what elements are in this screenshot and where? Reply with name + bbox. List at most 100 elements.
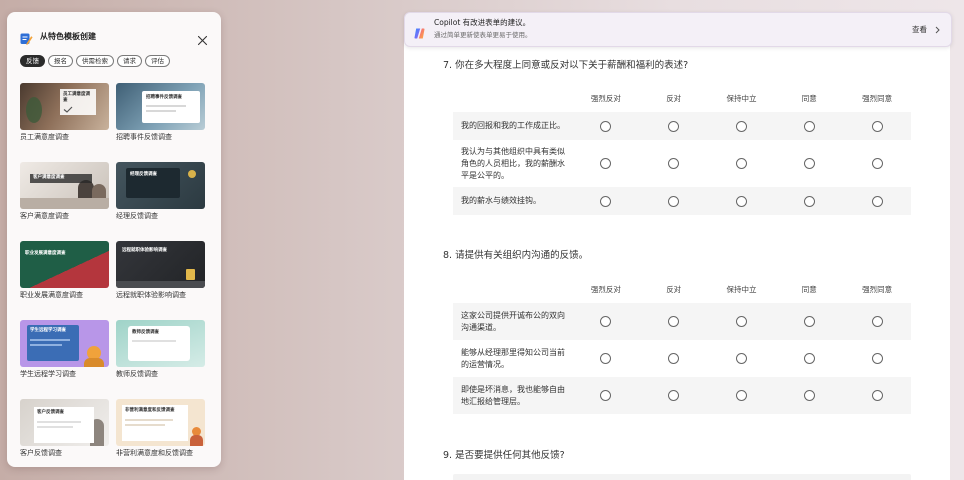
template-card-remote-work-impact[interactable]: 远程就职体验影响调查 远程就职体验影响调查 [116,241,205,301]
student-figure-body [84,358,104,367]
radio-strongly-agree[interactable] [871,353,883,364]
statement-label: 即使是坏消息，我也能够自由地汇报给管理层。 [461,384,565,406]
likert-row: 我的薪水与绩效挂钩。 [453,187,911,215]
radio-strongly-agree[interactable] [871,390,883,401]
radio-disagree[interactable] [668,316,680,327]
radio-agree[interactable] [803,316,815,327]
banner-subtitle: 通过简单更新使表单更易于使用。 [434,31,532,39]
view-suggestions-button[interactable]: 查看 [912,25,927,35]
radio-neutral[interactable] [735,195,747,207]
radio-strongly-disagree[interactable] [600,390,612,401]
radio-disagree[interactable] [668,158,680,169]
statement-label: 能够从经理那里得知公司当前的运营情况。 [461,347,565,369]
template-card-employee-satisfaction[interactable]: 员工满意度调查 员工满意度调查 [20,83,109,143]
radio-strongly-disagree[interactable] [600,120,612,132]
thumbnail-card: 员工满意度调查 [60,89,96,115]
template-card-recruiting-event-feedback[interactable]: 招聘事件反馈调查 招聘事件反馈调查 [116,83,205,143]
thumbnail-card: 非营利满意度和反馈调查 [122,405,188,441]
option-header-disagree: 反对 [666,94,682,103]
chevron-right-icon[interactable] [935,26,940,34]
template-name: 职业发展满意度调查 [20,291,83,299]
radio-strongly-disagree[interactable] [600,316,612,327]
template-name: 非营利满意度和反馈调查 [116,449,193,457]
thumbnail-title: 员工满意度调查 [63,92,90,103]
template-card-manager-feedback[interactable]: 经理反馈调查 经理反馈调查 [116,162,205,222]
radio-neutral[interactable] [735,120,747,132]
question-8-likert: 强烈反对 反对 保持中立 同意 强烈同意 这家公司提供开诚布公的双向沟通渠道。 … [453,280,911,414]
radio-neutral[interactable] [735,158,747,169]
thumbnail-title: 客户反馈调查 [37,410,64,415]
statement-label: 我认为与其他组织中具有类似角色的人员相比，我的薪酬水平是公平的。 [461,146,565,180]
radio-disagree[interactable] [668,195,680,207]
radio-strongly-disagree[interactable] [600,158,612,169]
likert-header: 强烈反对 反对 保持中立 同意 强烈同意 [453,90,911,112]
likert-row: 即使是坏消息，我也能够自由地汇报给管理层。 [453,377,911,414]
thumbnail-card: 学生远程学习调查 [27,325,79,361]
template-card-student-remote-learning[interactable]: 学生远程学习调查 学生远程学习调查 [20,320,109,380]
radio-strongly-disagree[interactable] [600,195,612,207]
thumbnail-title: 教师反馈调查 [132,330,159,335]
statement-label: 我的回报和我的工作成正比。 [461,121,565,130]
radio-agree[interactable] [803,158,815,169]
radio-disagree[interactable] [668,353,680,364]
close-button[interactable] [197,31,208,46]
template-card-customer-feedback[interactable]: 客户反馈调查 客户反馈调查 [20,399,109,459]
thumbnail-title: 客户满意度调查 [33,175,65,180]
radio-agree[interactable] [803,195,815,207]
radio-agree[interactable] [803,353,815,364]
radio-strongly-agree[interactable] [871,120,883,132]
template-thumbnail: 经理反馈调查 [116,162,205,209]
radio-neutral[interactable] [735,316,747,327]
likert-header: 强烈反对 反对 保持中立 同意 强烈同意 [453,280,911,303]
thumbnail-card: 客户满意度调查 [30,174,92,183]
tab-supply-demand-search[interactable]: 供需检索 [76,55,114,67]
radio-strongly-agree[interactable] [871,158,883,169]
thumbnail-title: 职业发展满意度调查 [25,251,66,256]
radio-neutral[interactable] [735,353,747,364]
template-card-career-development-satisfaction[interactable]: 职业发展满意度调查 职业发展满意度调查 [20,241,109,301]
thumbnail-card: 教师反馈调查 [128,326,190,361]
plant-decoration [26,97,42,123]
thumbnail-title: 经理反馈调查 [130,172,157,177]
text-line [125,424,165,426]
tab-request[interactable]: 请求 [117,55,142,67]
tab-feedback[interactable]: 反馈 [20,55,45,67]
text-line [146,110,176,112]
template-thumbnail: 职业发展满意度调查 [20,241,109,288]
likert-row: 我的回报和我的工作成正比。 [453,112,911,140]
radio-disagree[interactable] [668,120,680,132]
thumbnail-title: 招聘事件反馈调查 [146,95,182,100]
mug-shape [186,269,195,280]
option-header-strongly-agree: 强烈同意 [862,94,893,103]
radio-disagree[interactable] [668,390,680,401]
radio-agree[interactable] [803,120,815,132]
table-shape [20,198,109,209]
text-line [30,344,62,346]
template-name: 远程就职体验影响调查 [116,291,186,299]
tab-registration[interactable]: 报名 [48,55,73,67]
template-name: 学生远程学习调查 [20,370,76,378]
radio-strongly-disagree[interactable] [600,353,612,364]
template-card-nonprofit-satisfaction-feedback[interactable]: 非营利满意度和反馈调查 非营利满意度和反馈调查 [116,399,205,459]
radio-agree[interactable] [803,390,815,401]
template-card-teacher-feedback[interactable]: 教师反馈调查 教师反馈调查 [116,320,205,380]
radio-strongly-agree[interactable] [871,316,883,327]
template-name: 招聘事件反馈调查 [116,133,172,141]
radio-strongly-agree[interactable] [871,195,883,207]
template-thumbnail: 客户满意度调查 [20,162,109,209]
template-thumbnail: 学生远程学习调查 [20,320,109,367]
text-line [30,339,70,341]
template-card-customer-satisfaction[interactable]: 客户满意度调查 客户满意度调查 [20,162,109,222]
thumbnail-card: 客户反馈调查 [34,407,94,443]
template-grid: 员工满意度调查 员工满意度调查 招聘事件反馈调查 招聘事件反馈调查 客户满意度调… [20,83,205,459]
option-header-strongly-disagree: 强烈反对 [590,284,621,294]
likert-row: 我认为与其他组织中具有类似角色的人员相比，我的薪酬水平是公平的。 [453,140,911,187]
thumbnail-card: 招聘事件反馈调查 [142,91,200,123]
template-name: 经理反馈调查 [116,212,158,220]
thumbnail-card: 经理反馈调查 [126,168,180,198]
tab-evaluation[interactable]: 评估 [145,55,170,67]
feedback-text-input[interactable] [453,474,911,480]
statement-label: 这家公司提供开诚布公的双向沟通渠道。 [461,310,565,332]
text-line [146,105,186,107]
radio-neutral[interactable] [735,390,747,401]
